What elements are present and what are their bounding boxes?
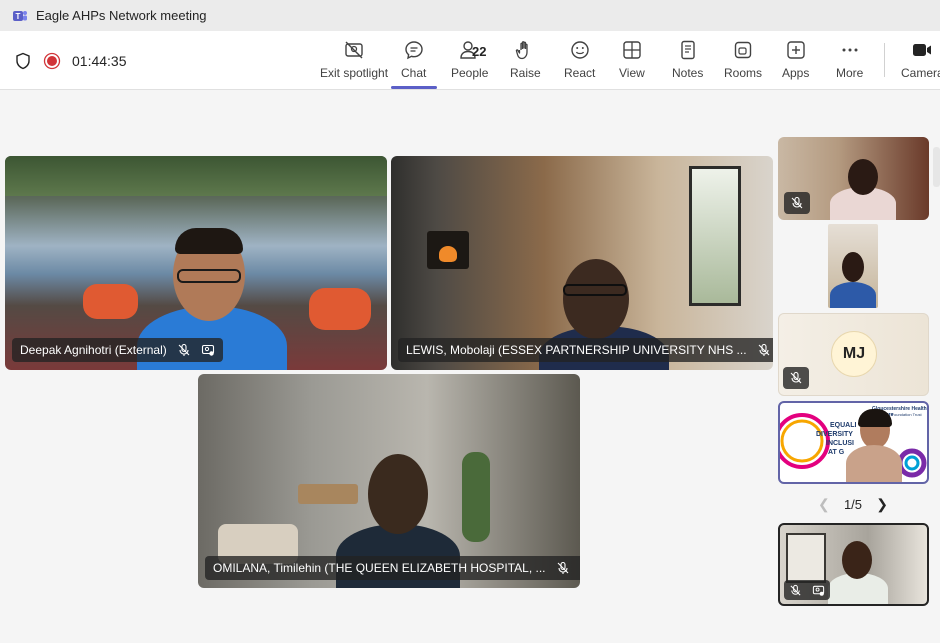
- rooms-button[interactable]: Rooms: [724, 39, 762, 85]
- title-bar: T Eagle AHPs Network meeting: [0, 0, 940, 31]
- shared-content-tile[interactable]: Gloucestershire Health and Care NHS Foun…: [778, 401, 929, 484]
- background-sofa: [83, 284, 138, 319]
- more-label: More: [836, 66, 864, 80]
- exit-spotlight-label: Exit spotlight: [320, 66, 389, 80]
- meeting-toolbar: 01:44:35 Exit spotlight Chat People 22 R…: [0, 31, 940, 90]
- mic-off-icon: [790, 371, 802, 384]
- participant-hair: [175, 228, 243, 254]
- participant-glasses: [563, 284, 627, 296]
- react-button[interactable]: React: [564, 39, 595, 85]
- breakout-rooms-icon: [734, 41, 752, 59]
- view-label: View: [619, 66, 645, 80]
- smiley-icon: [570, 41, 589, 59]
- active-tab-indicator: [391, 86, 437, 89]
- chat-button[interactable]: Chat: [401, 39, 426, 85]
- participant-face: [842, 541, 872, 579]
- apps-button[interactable]: Apps: [782, 39, 809, 85]
- shield-icon[interactable]: [14, 52, 32, 70]
- react-label: React: [564, 66, 596, 80]
- more-horizontal-icon: [842, 48, 858, 52]
- camera-button[interactable]: Camera: [901, 39, 940, 85]
- grid-view-icon: [623, 41, 641, 59]
- participant-tile[interactable]: OMILANA, Timilehin (THE QUEEN ELIZABETH …: [198, 374, 580, 588]
- avatar: MJ: [831, 331, 877, 377]
- chevron-left-icon[interactable]: ❮: [818, 496, 830, 513]
- sidebar-participant-tile[interactable]: [828, 224, 878, 308]
- background-plant: [462, 452, 490, 542]
- mic-off-icon: [791, 196, 803, 209]
- participant-tile[interactable]: Deepak Agnihotri (External): [5, 156, 387, 370]
- participant-name-chip: OMILANA, Timilehin (THE QUEEN ELIZABETH …: [205, 556, 580, 580]
- raise-hand-icon: [516, 41, 528, 60]
- background-window: [786, 533, 826, 583]
- participant-face: [848, 159, 878, 195]
- mic-off-icon: [758, 343, 769, 356]
- people-label: People: [451, 66, 489, 80]
- camera-label: Camera: [901, 66, 940, 80]
- participant-name: OMILANA, Timilehin (THE QUEEN ELIZABETH …: [213, 561, 546, 575]
- raise-label: Raise: [510, 66, 541, 80]
- page-indicator: 1/5: [843, 496, 863, 512]
- teams-logo-icon: T: [13, 10, 27, 21]
- notes-icon: [680, 40, 695, 60]
- presenter-body: [846, 445, 902, 482]
- video-effects-icon: [201, 344, 214, 356]
- background-window: [689, 166, 741, 306]
- chat-icon: [404, 41, 423, 60]
- background-fire: [439, 246, 457, 262]
- mic-off-chip: [783, 367, 809, 389]
- self-view-tile[interactable]: [778, 523, 929, 606]
- video-effects-icon: [812, 585, 825, 596]
- background-plants: [5, 156, 387, 196]
- scrollbar[interactable]: [933, 147, 940, 187]
- view-button[interactable]: View: [619, 39, 645, 85]
- people-count-badge: 22: [472, 44, 487, 59]
- presenter-hair: [858, 409, 892, 427]
- gallery-pager: ❮ 1/5 ❯: [818, 494, 888, 514]
- participant-face: [842, 252, 864, 282]
- slide-heading: EQUALI DIVERSITY INCLUSI AT G: [816, 422, 857, 456]
- exit-spotlight-icon: [345, 41, 363, 59]
- meeting-stage: Deepak Agnihotri (External) LEWIS, Mobol…: [0, 91, 940, 643]
- participant-name-chip: Deepak Agnihotri (External): [12, 338, 223, 362]
- toolbar-divider: [884, 43, 885, 77]
- mic-off-icon: [790, 584, 801, 596]
- chevron-right-icon[interactable]: ❯: [876, 496, 888, 513]
- svg-text:T: T: [16, 12, 21, 21]
- rooms-label: Rooms: [724, 66, 763, 80]
- meeting-timer: 01:44:35: [72, 53, 127, 69]
- notes-label: Notes: [672, 66, 704, 80]
- mic-off-icon: [178, 343, 190, 356]
- participant-tile[interactable]: LEWIS, Mobolaji (ESSEX PARTNERSHIP UNIVE…: [391, 156, 773, 370]
- apps-label: Apps: [782, 66, 810, 80]
- participant-face: [563, 259, 629, 339]
- self-controls-chip: [784, 580, 830, 600]
- raise-hand-button[interactable]: Raise: [510, 39, 541, 85]
- sidebar-participant-tile[interactable]: MJ: [778, 313, 929, 396]
- recording-icon: [43, 52, 61, 70]
- background-sofa: [309, 288, 371, 330]
- sidebar-participant-tile[interactable]: [778, 137, 929, 220]
- chat-label: Chat: [401, 66, 427, 80]
- camera-icon: [913, 44, 932, 56]
- exit-spotlight-button[interactable]: Exit spotlight: [320, 39, 388, 85]
- participant-glasses: [177, 269, 241, 283]
- background-shelf: [298, 484, 358, 504]
- participant-name: LEWIS, Mobolaji (ESSEX PARTNERSHIP UNIVE…: [406, 343, 747, 357]
- participant-name-chip: LEWIS, Mobolaji (ESSEX PARTNERSHIP UNIVE…: [398, 338, 773, 362]
- notes-button[interactable]: Notes: [672, 39, 703, 85]
- mic-off-icon: [557, 561, 568, 574]
- window-title: Eagle AHPs Network meeting: [36, 8, 207, 23]
- participant-face: [368, 454, 428, 534]
- participant-name: Deepak Agnihotri (External): [20, 343, 167, 357]
- mic-off-chip: [784, 192, 810, 214]
- more-button[interactable]: More: [836, 39, 863, 85]
- participant-body: [830, 282, 876, 308]
- add-app-icon: [786, 41, 805, 59]
